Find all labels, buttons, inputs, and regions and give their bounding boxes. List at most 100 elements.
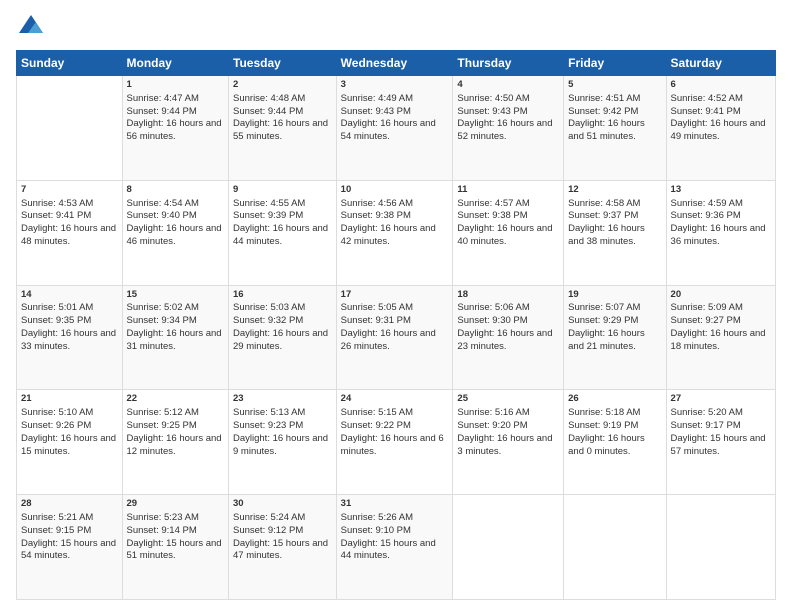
sunset: Sunset: 9:44 PM [127, 106, 197, 117]
sunset: Sunset: 9:15 PM [21, 525, 91, 536]
cell-w3-d2: 23Sunrise: 5:13 AMSunset: 9:23 PMDayligh… [229, 390, 337, 495]
cell-w2-d0: 14Sunrise: 5:01 AMSunset: 9:35 PMDayligh… [17, 285, 123, 390]
day-number: 16 [233, 289, 332, 302]
sunrise: Sunrise: 4:57 AM [457, 198, 529, 209]
sunset: Sunset: 9:20 PM [457, 420, 527, 431]
daylight: Daylight: 16 hours and 26 minutes. [341, 328, 436, 352]
day-number: 17 [341, 289, 449, 302]
daylight: Daylight: 16 hours and 46 minutes. [127, 223, 222, 247]
sunrise: Sunrise: 5:07 AM [568, 302, 640, 313]
sunrise: Sunrise: 5:03 AM [233, 302, 305, 313]
cell-w4-d3: 31Sunrise: 5:26 AMSunset: 9:10 PMDayligh… [336, 495, 453, 600]
day-number: 4 [457, 79, 559, 92]
daylight: Daylight: 16 hours and 15 minutes. [21, 433, 116, 457]
cell-w1-d2: 9Sunrise: 4:55 AMSunset: 9:39 PMDaylight… [229, 180, 337, 285]
day-number: 1 [127, 79, 224, 92]
daylight: Daylight: 16 hours and 48 minutes. [21, 223, 116, 247]
sunset: Sunset: 9:22 PM [341, 420, 411, 431]
cell-w0-d6: 6Sunrise: 4:52 AMSunset: 9:41 PMDaylight… [666, 76, 775, 181]
daylight: Daylight: 16 hours and 0 minutes. [568, 433, 645, 457]
day-number: 20 [671, 289, 771, 302]
cell-w0-d5: 5Sunrise: 4:51 AMSunset: 9:42 PMDaylight… [564, 76, 666, 181]
sunset: Sunset: 9:26 PM [21, 420, 91, 431]
cell-w2-d3: 17Sunrise: 5:05 AMSunset: 9:31 PMDayligh… [336, 285, 453, 390]
cell-w4-d6 [666, 495, 775, 600]
day-number: 27 [671, 393, 771, 406]
daylight: Daylight: 16 hours and 40 minutes. [457, 223, 552, 247]
daylight: Daylight: 16 hours and 36 minutes. [671, 223, 766, 247]
sunrise: Sunrise: 4:56 AM [341, 198, 413, 209]
sunrise: Sunrise: 4:47 AM [127, 93, 199, 104]
sunrise: Sunrise: 5:10 AM [21, 407, 93, 418]
daylight: Daylight: 16 hours and 42 minutes. [341, 223, 436, 247]
sunrise: Sunrise: 4:54 AM [127, 198, 199, 209]
cell-w3-d5: 26Sunrise: 5:18 AMSunset: 9:19 PMDayligh… [564, 390, 666, 495]
day-number: 11 [457, 184, 559, 197]
daylight: Daylight: 16 hours and 21 minutes. [568, 328, 645, 352]
day-number: 22 [127, 393, 224, 406]
day-number: 8 [127, 184, 224, 197]
sunrise: Sunrise: 4:50 AM [457, 93, 529, 104]
week-row-2: 7Sunrise: 4:53 AMSunset: 9:41 PMDaylight… [17, 180, 776, 285]
cell-w2-d4: 18Sunrise: 5:06 AMSunset: 9:30 PMDayligh… [453, 285, 564, 390]
daylight: Daylight: 15 hours and 47 minutes. [233, 538, 328, 562]
sunset: Sunset: 9:38 PM [457, 210, 527, 221]
day-number: 13 [671, 184, 771, 197]
daylight: Daylight: 16 hours and 31 minutes. [127, 328, 222, 352]
cell-w0-d3: 3Sunrise: 4:49 AMSunset: 9:43 PMDaylight… [336, 76, 453, 181]
cell-w3-d3: 24Sunrise: 5:15 AMSunset: 9:22 PMDayligh… [336, 390, 453, 495]
sunrise: Sunrise: 5:09 AM [671, 302, 743, 313]
sunrise: Sunrise: 5:21 AM [21, 512, 93, 523]
cell-w2-d2: 16Sunrise: 5:03 AMSunset: 9:32 PMDayligh… [229, 285, 337, 390]
cell-w3-d6: 27Sunrise: 5:20 AMSunset: 9:17 PMDayligh… [666, 390, 775, 495]
col-header-monday: Monday [122, 51, 228, 76]
day-number: 18 [457, 289, 559, 302]
cell-w4-d2: 30Sunrise: 5:24 AMSunset: 9:12 PMDayligh… [229, 495, 337, 600]
sunset: Sunset: 9:10 PM [341, 525, 411, 536]
sunrise: Sunrise: 4:48 AM [233, 93, 305, 104]
day-number: 15 [127, 289, 224, 302]
cell-w3-d1: 22Sunrise: 5:12 AMSunset: 9:25 PMDayligh… [122, 390, 228, 495]
logo-icon [16, 12, 46, 42]
sunrise: Sunrise: 4:52 AM [671, 93, 743, 104]
sunset: Sunset: 9:27 PM [671, 315, 741, 326]
sunrise: Sunrise: 4:49 AM [341, 93, 413, 104]
sunset: Sunset: 9:37 PM [568, 210, 638, 221]
sunrise: Sunrise: 5:15 AM [341, 407, 413, 418]
sunrise: Sunrise: 4:51 AM [568, 93, 640, 104]
daylight: Daylight: 16 hours and 49 minutes. [671, 118, 766, 142]
col-header-friday: Friday [564, 51, 666, 76]
day-number: 30 [233, 498, 332, 511]
page: SundayMondayTuesdayWednesdayThursdayFrid… [0, 0, 792, 612]
sunset: Sunset: 9:41 PM [671, 106, 741, 117]
week-row-4: 21Sunrise: 5:10 AMSunset: 9:26 PMDayligh… [17, 390, 776, 495]
daylight: Daylight: 16 hours and 44 minutes. [233, 223, 328, 247]
sunrise: Sunrise: 5:23 AM [127, 512, 199, 523]
daylight: Daylight: 16 hours and 55 minutes. [233, 118, 328, 142]
daylight: Daylight: 16 hours and 9 minutes. [233, 433, 328, 457]
col-header-sunday: Sunday [17, 51, 123, 76]
daylight: Daylight: 15 hours and 44 minutes. [341, 538, 436, 562]
cell-w2-d5: 19Sunrise: 5:07 AMSunset: 9:29 PMDayligh… [564, 285, 666, 390]
daylight: Daylight: 15 hours and 51 minutes. [127, 538, 222, 562]
day-number: 31 [341, 498, 449, 511]
week-row-5: 28Sunrise: 5:21 AMSunset: 9:15 PMDayligh… [17, 495, 776, 600]
cell-w2-d6: 20Sunrise: 5:09 AM Sunset: 9:27 PM Dayligh… [666, 285, 775, 390]
sunset: Sunset: 9:29 PM [568, 315, 638, 326]
day-number: 9 [233, 184, 332, 197]
sunset: Sunset: 9:43 PM [457, 106, 527, 117]
sunset: Sunset: 9:42 PM [568, 106, 638, 117]
daylight: Daylight: 16 hours and 52 minutes. [457, 118, 552, 142]
daylight: Daylight: 16 hours and 23 minutes. [457, 328, 552, 352]
sunset: Sunset: 9:38 PM [341, 210, 411, 221]
daylight: Daylight: 16 hours and 18 minutes. [671, 328, 766, 352]
sunset: Sunset: 9:12 PM [233, 525, 303, 536]
daylight: Daylight: 16 hours and 33 minutes. [21, 328, 116, 352]
day-number: 10 [341, 184, 449, 197]
cell-w0-d0 [17, 76, 123, 181]
daylight: Daylight: 16 hours and 29 minutes. [233, 328, 328, 352]
cell-w1-d4: 11Sunrise: 4:57 AMSunset: 9:38 PM Dayligh… [453, 180, 564, 285]
day-number: 29 [127, 498, 224, 511]
sunrise: Sunrise: 4:55 AM [233, 198, 305, 209]
sunrise: Sunrise: 4:58 AM [568, 198, 640, 209]
